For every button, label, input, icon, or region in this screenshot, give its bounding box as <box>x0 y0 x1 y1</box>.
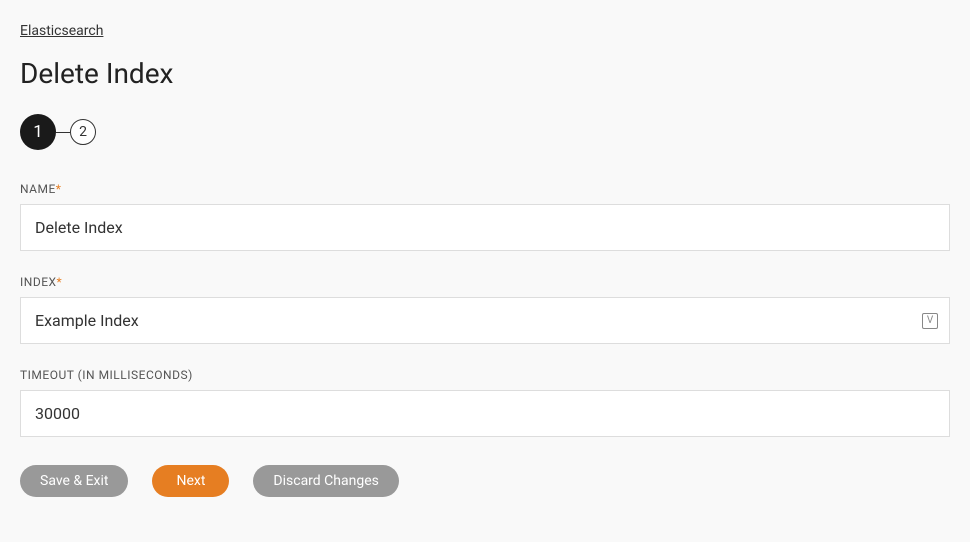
step-connector <box>56 132 70 133</box>
name-input[interactable] <box>20 204 950 251</box>
breadcrumb: Elasticsearch <box>20 20 950 39</box>
timeout-input[interactable] <box>20 390 950 437</box>
index-label-text: INDEX <box>20 275 57 289</box>
index-input-wrapper: V <box>20 297 950 344</box>
required-indicator: * <box>57 275 63 289</box>
name-label: NAME* <box>20 182 950 196</box>
discard-button[interactable]: Discard Changes <box>253 465 398 497</box>
next-button[interactable]: Next <box>152 465 229 497</box>
timeout-label: TIMEOUT (IN MILLISECONDS) <box>20 368 950 382</box>
form-group-index: INDEX* V <box>20 275 950 344</box>
form-group-timeout: TIMEOUT (IN MILLISECONDS) <box>20 368 950 437</box>
step-1[interactable]: 1 <box>20 114 56 150</box>
variable-icon[interactable]: V <box>922 313 938 329</box>
index-label: INDEX* <box>20 275 950 289</box>
required-indicator: * <box>56 182 62 196</box>
breadcrumb-link-elasticsearch[interactable]: Elasticsearch <box>20 23 103 39</box>
page-title: Delete Index <box>20 57 950 90</box>
form-group-name: NAME* <box>20 182 950 251</box>
name-label-text: NAME <box>20 182 56 196</box>
index-input[interactable] <box>20 297 950 344</box>
step-2[interactable]: 2 <box>70 119 96 145</box>
button-row: Save & Exit Next Discard Changes <box>20 465 950 497</box>
stepper: 1 2 <box>20 114 950 150</box>
save-exit-button[interactable]: Save & Exit <box>20 465 128 497</box>
